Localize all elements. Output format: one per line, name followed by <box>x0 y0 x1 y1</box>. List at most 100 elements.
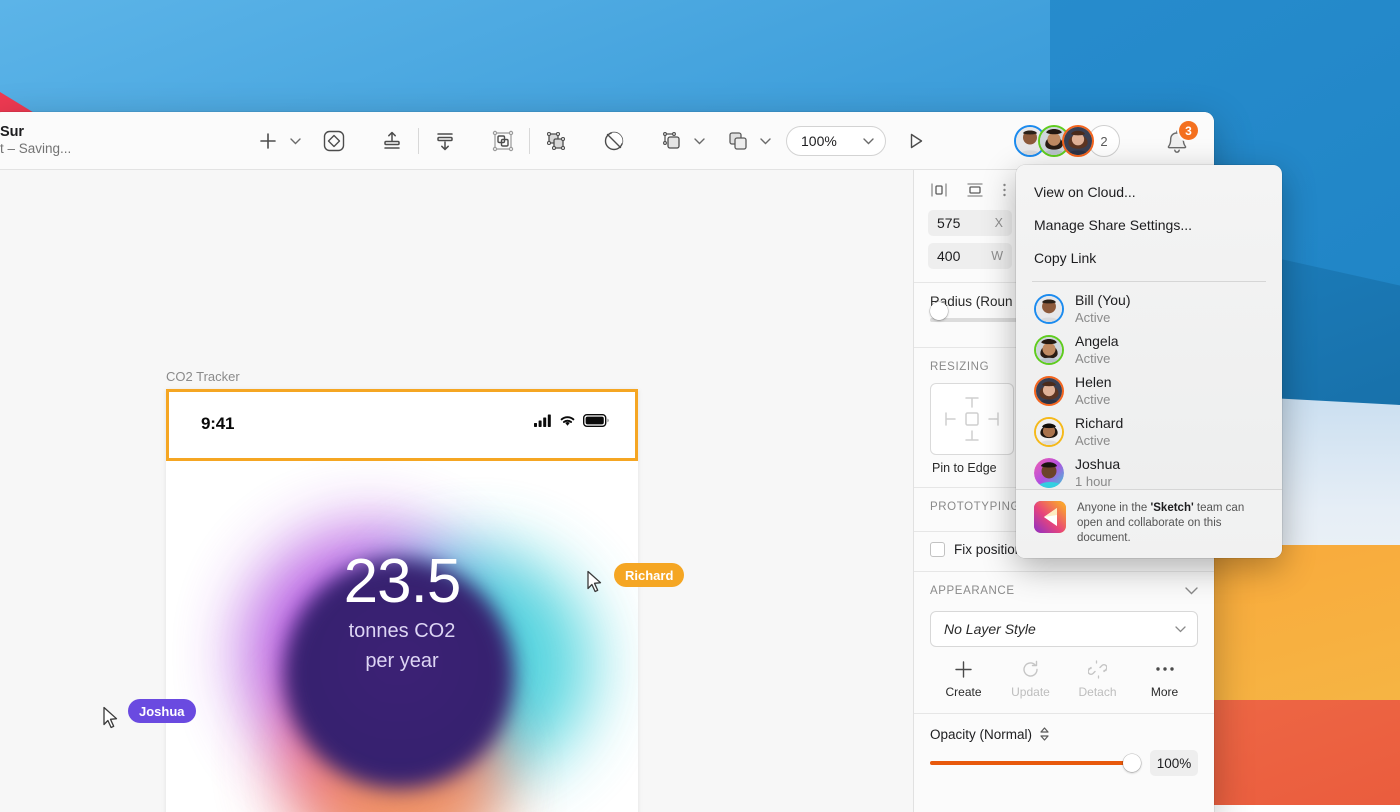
blend-mode-stepper-icon[interactable] <box>1039 726 1050 742</box>
opacity-slider-track <box>930 761 1141 765</box>
insert-chevron-down-icon[interactable] <box>286 124 304 158</box>
radius-slider-knob[interactable] <box>930 302 948 320</box>
cursor-joshua-icon <box>102 706 120 730</box>
opacity-value[interactable]: 100% <box>1150 750 1198 776</box>
page-title: Sur <box>0 123 71 141</box>
more-style-button[interactable]: More <box>1131 657 1198 699</box>
x-position-value: 575 <box>937 215 960 231</box>
symbol-diamond-icon[interactable] <box>316 124 352 158</box>
union-boolean-icon[interactable] <box>538 124 574 158</box>
appearance-section-header[interactable]: APPEARANCE <box>914 572 1214 603</box>
component-icon[interactable] <box>720 124 756 158</box>
group-icon[interactable] <box>485 124 521 158</box>
align-vertical-icon[interactable] <box>966 182 984 198</box>
x-position-field[interactable]: 575 X <box>928 210 1012 236</box>
sketch-logo-icon <box>1034 501 1066 533</box>
insert-plus-icon[interactable] <box>250 124 286 158</box>
cursor-label-richard: Richard <box>614 563 684 587</box>
share-footer-text: Anyone in the 'Sketch' team can open and… <box>1077 501 1266 546</box>
popover-divider <box>1032 281 1266 282</box>
bring-to-front-icon[interactable] <box>374 124 410 158</box>
share-popover[interactable]: View on Cloud... Manage Share Settings..… <box>1016 165 1282 558</box>
appearance-chevron-down-icon[interactable] <box>1185 587 1198 595</box>
person-status-angela: Active <box>1075 350 1119 367</box>
status-bar-layer-selected[interactable]: 9:41 <box>166 389 638 461</box>
update-style-label: Update <box>997 685 1064 699</box>
avatar-angela-small <box>1034 335 1064 365</box>
opacity-slider-row[interactable]: 100% <box>914 742 1214 776</box>
person-status-helen: Active <box>1075 391 1112 408</box>
artboard-name-label[interactable]: CO2 Tracker <box>166 369 240 384</box>
zoom-level-value: 100% <box>801 133 837 149</box>
zoom-level-dropdown[interactable]: 100% <box>786 126 886 156</box>
mask-icon[interactable] <box>596 124 632 158</box>
width-value: 400 <box>937 248 960 264</box>
metric-unit-line-1: tonnes CO2 <box>166 620 638 644</box>
x-position-unit: X <box>995 216 1003 230</box>
width-field[interactable]: 400 W <box>928 243 1012 269</box>
update-style-button[interactable]: Update <box>997 657 1064 699</box>
create-style-button[interactable]: Create <box>930 657 997 699</box>
toolbar-separator-1 <box>418 128 419 154</box>
collaborator-avatars[interactable]: 2 <box>1014 125 1120 157</box>
design-canvas[interactable]: CO2 Tracker 9:41 <box>0 170 913 812</box>
person-row-bill[interactable]: Bill (You) Active <box>1016 288 1282 329</box>
layer-style-chevron-icon <box>1175 626 1186 633</box>
person-row-richard[interactable]: Richard Active <box>1016 411 1282 452</box>
menu-item-view-on-cloud[interactable]: View on Cloud... <box>1016 176 1282 209</box>
person-name-angela: Angela <box>1075 333 1119 350</box>
person-name-helen: Helen <box>1075 374 1112 391</box>
opacity-slider-knob[interactable] <box>1123 754 1141 772</box>
person-status-richard: Active <box>1075 432 1123 449</box>
create-style-label: Create <box>930 685 997 699</box>
detach-style-button[interactable]: Detach <box>1064 657 1131 699</box>
component-chevron-icon[interactable] <box>756 124 774 158</box>
toolbar-separator-2 <box>529 128 530 154</box>
toolbar: Sur t – Saving... <box>0 112 1214 170</box>
people-list: Bill (You) Active Angela Active <box>1016 288 1282 493</box>
toolbar-center-group: 100% <box>250 112 934 170</box>
cursor-richard-icon <box>586 570 604 594</box>
person-name-richard: Richard <box>1075 415 1123 432</box>
notification-badge: 3 <box>1179 121 1198 140</box>
align-horizontal-icon[interactable] <box>930 182 948 198</box>
footer-prefix: Anyone in the <box>1077 502 1151 514</box>
person-row-angela[interactable]: Angela Active <box>1016 329 1282 370</box>
resizing-constraints-widget[interactable] <box>930 383 1014 455</box>
avatar-helen[interactable] <box>1062 125 1094 157</box>
person-name-bill: Bill (You) <box>1075 292 1131 309</box>
plus-icon <box>930 657 997 681</box>
status-bar-time: 9:41 <box>201 414 234 434</box>
artboard[interactable]: 9:41 <box>166 389 638 812</box>
more-align-icon[interactable] <box>1002 182 1007 198</box>
preview-play-icon[interactable] <box>898 124 934 158</box>
refresh-icon <box>997 657 1064 681</box>
opacity-label: Opacity (Normal) <box>930 727 1032 742</box>
ellipsis-icon <box>1131 657 1198 681</box>
send-to-back-icon[interactable] <box>427 124 463 158</box>
footer-team-name: 'Sketch' <box>1151 502 1194 514</box>
layer-style-value: No Layer Style <box>944 621 1036 637</box>
save-status: t – Saving... <box>0 141 71 158</box>
opacity-label-row: Opacity (Normal) <box>914 714 1214 742</box>
layer-style-dropdown[interactable]: No Layer Style <box>930 611 1198 647</box>
person-row-joshua[interactable]: Joshua 1 hour <box>1016 452 1282 493</box>
transform-chevron-icon[interactable] <box>690 124 708 158</box>
transform-icon[interactable] <box>654 124 690 158</box>
more-style-label: More <box>1131 685 1198 699</box>
person-row-helen[interactable]: Helen Active <box>1016 370 1282 411</box>
person-name-joshua: Joshua <box>1075 456 1120 473</box>
detach-style-label: Detach <box>1064 685 1131 699</box>
avatar-richard-small <box>1034 417 1064 447</box>
metric-unit-line-2: per year <box>166 650 638 674</box>
avatar-helen-small <box>1034 376 1064 406</box>
document-title-block: Sur t – Saving... <box>0 123 71 158</box>
share-menu-list: View on Cloud... Manage Share Settings..… <box>1016 165 1282 275</box>
popover-footer: Anyone in the 'Sketch' team can open and… <box>1016 489 1282 558</box>
notifications-button[interactable]: 3 <box>1160 126 1194 160</box>
menu-item-copy-link[interactable]: Copy Link <box>1016 242 1282 275</box>
cursor-label-joshua: Joshua <box>128 699 196 723</box>
menu-item-manage-share-settings[interactable]: Manage Share Settings... <box>1016 209 1282 242</box>
detach-link-icon <box>1064 657 1131 681</box>
fix-position-checkbox[interactable] <box>930 542 945 557</box>
